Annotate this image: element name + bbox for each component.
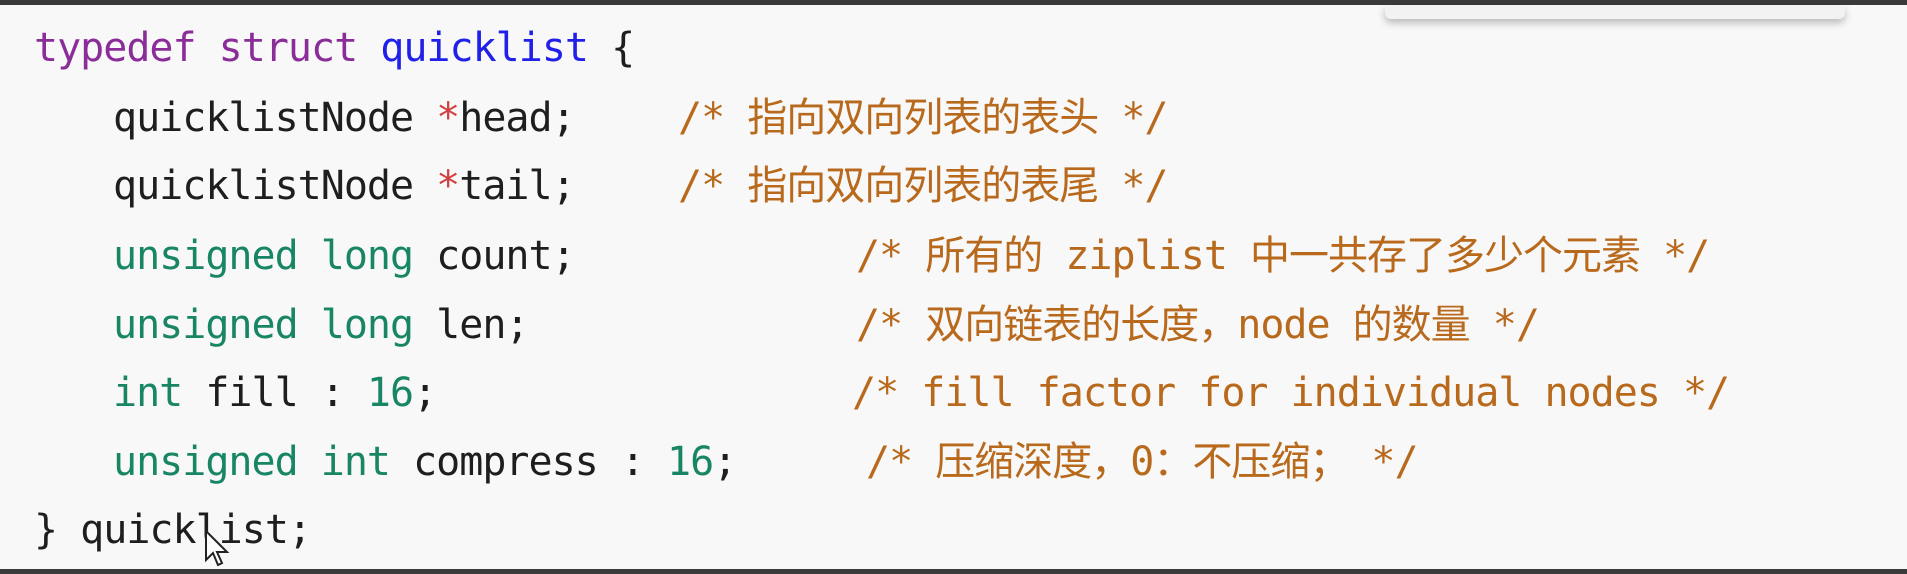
comment: /* 指向双向列表的表尾 */: [678, 163, 1168, 209]
bottom-border: [0, 569, 1907, 574]
code-line-3: quicklistNode *tail;: [113, 156, 576, 216]
code-line-5: unsigned long len;: [113, 295, 530, 355]
code-line-1: typedef struct quicklist {: [34, 18, 635, 78]
number: 16: [366, 370, 414, 416]
keyword: long: [320, 302, 414, 348]
keyword: long: [320, 233, 414, 279]
code-line-4: unsigned long count;: [113, 226, 576, 286]
semicolon: ;: [713, 439, 737, 485]
keyword: unsigned: [113, 233, 299, 279]
comment: /* 双向链表的长度，node 的数量 */: [856, 302, 1540, 348]
comment: /* 指向双向列表的表头 */: [678, 95, 1168, 141]
struct-name: quicklist: [380, 25, 589, 71]
keyword-typedef: typedef: [34, 25, 197, 71]
code-line-6: int fill : 16;: [113, 363, 437, 423]
keyword: unsigned: [113, 302, 299, 348]
number: 16: [667, 439, 714, 485]
keyword: unsigned: [113, 439, 299, 485]
comment: /* fill factor for individual nodes */: [852, 370, 1730, 416]
pointer-star: *: [436, 95, 460, 141]
code-line-8: } quicklist;: [34, 507, 312, 553]
keyword-struct: struct: [218, 25, 358, 71]
comment: /* 所有的 ziplist 中一共存了多少个元素 */: [856, 233, 1710, 279]
field-name: fill :: [205, 370, 367, 416]
field-name: count;: [436, 233, 575, 279]
semicolon: ;: [413, 370, 437, 416]
field-name: head;: [459, 95, 575, 141]
type-name: quicklistNode: [113, 163, 437, 209]
keyword: int: [320, 439, 391, 485]
open-brace: {: [588, 25, 635, 71]
popup-shadow: [1385, 5, 1845, 19]
comment: /* 压缩深度，0：不压缩； */: [866, 439, 1419, 485]
type-name: quicklistNode: [113, 95, 437, 141]
code-line-2: quicklistNode *head;: [113, 88, 576, 148]
field-name: tail;: [459, 163, 575, 209]
keyword: int: [113, 370, 183, 416]
code-line-7: unsigned int compress : 16;: [113, 432, 737, 492]
field-name: compress :: [413, 439, 667, 485]
pointer-star: *: [436, 163, 460, 209]
field-name: len;: [436, 302, 529, 348]
